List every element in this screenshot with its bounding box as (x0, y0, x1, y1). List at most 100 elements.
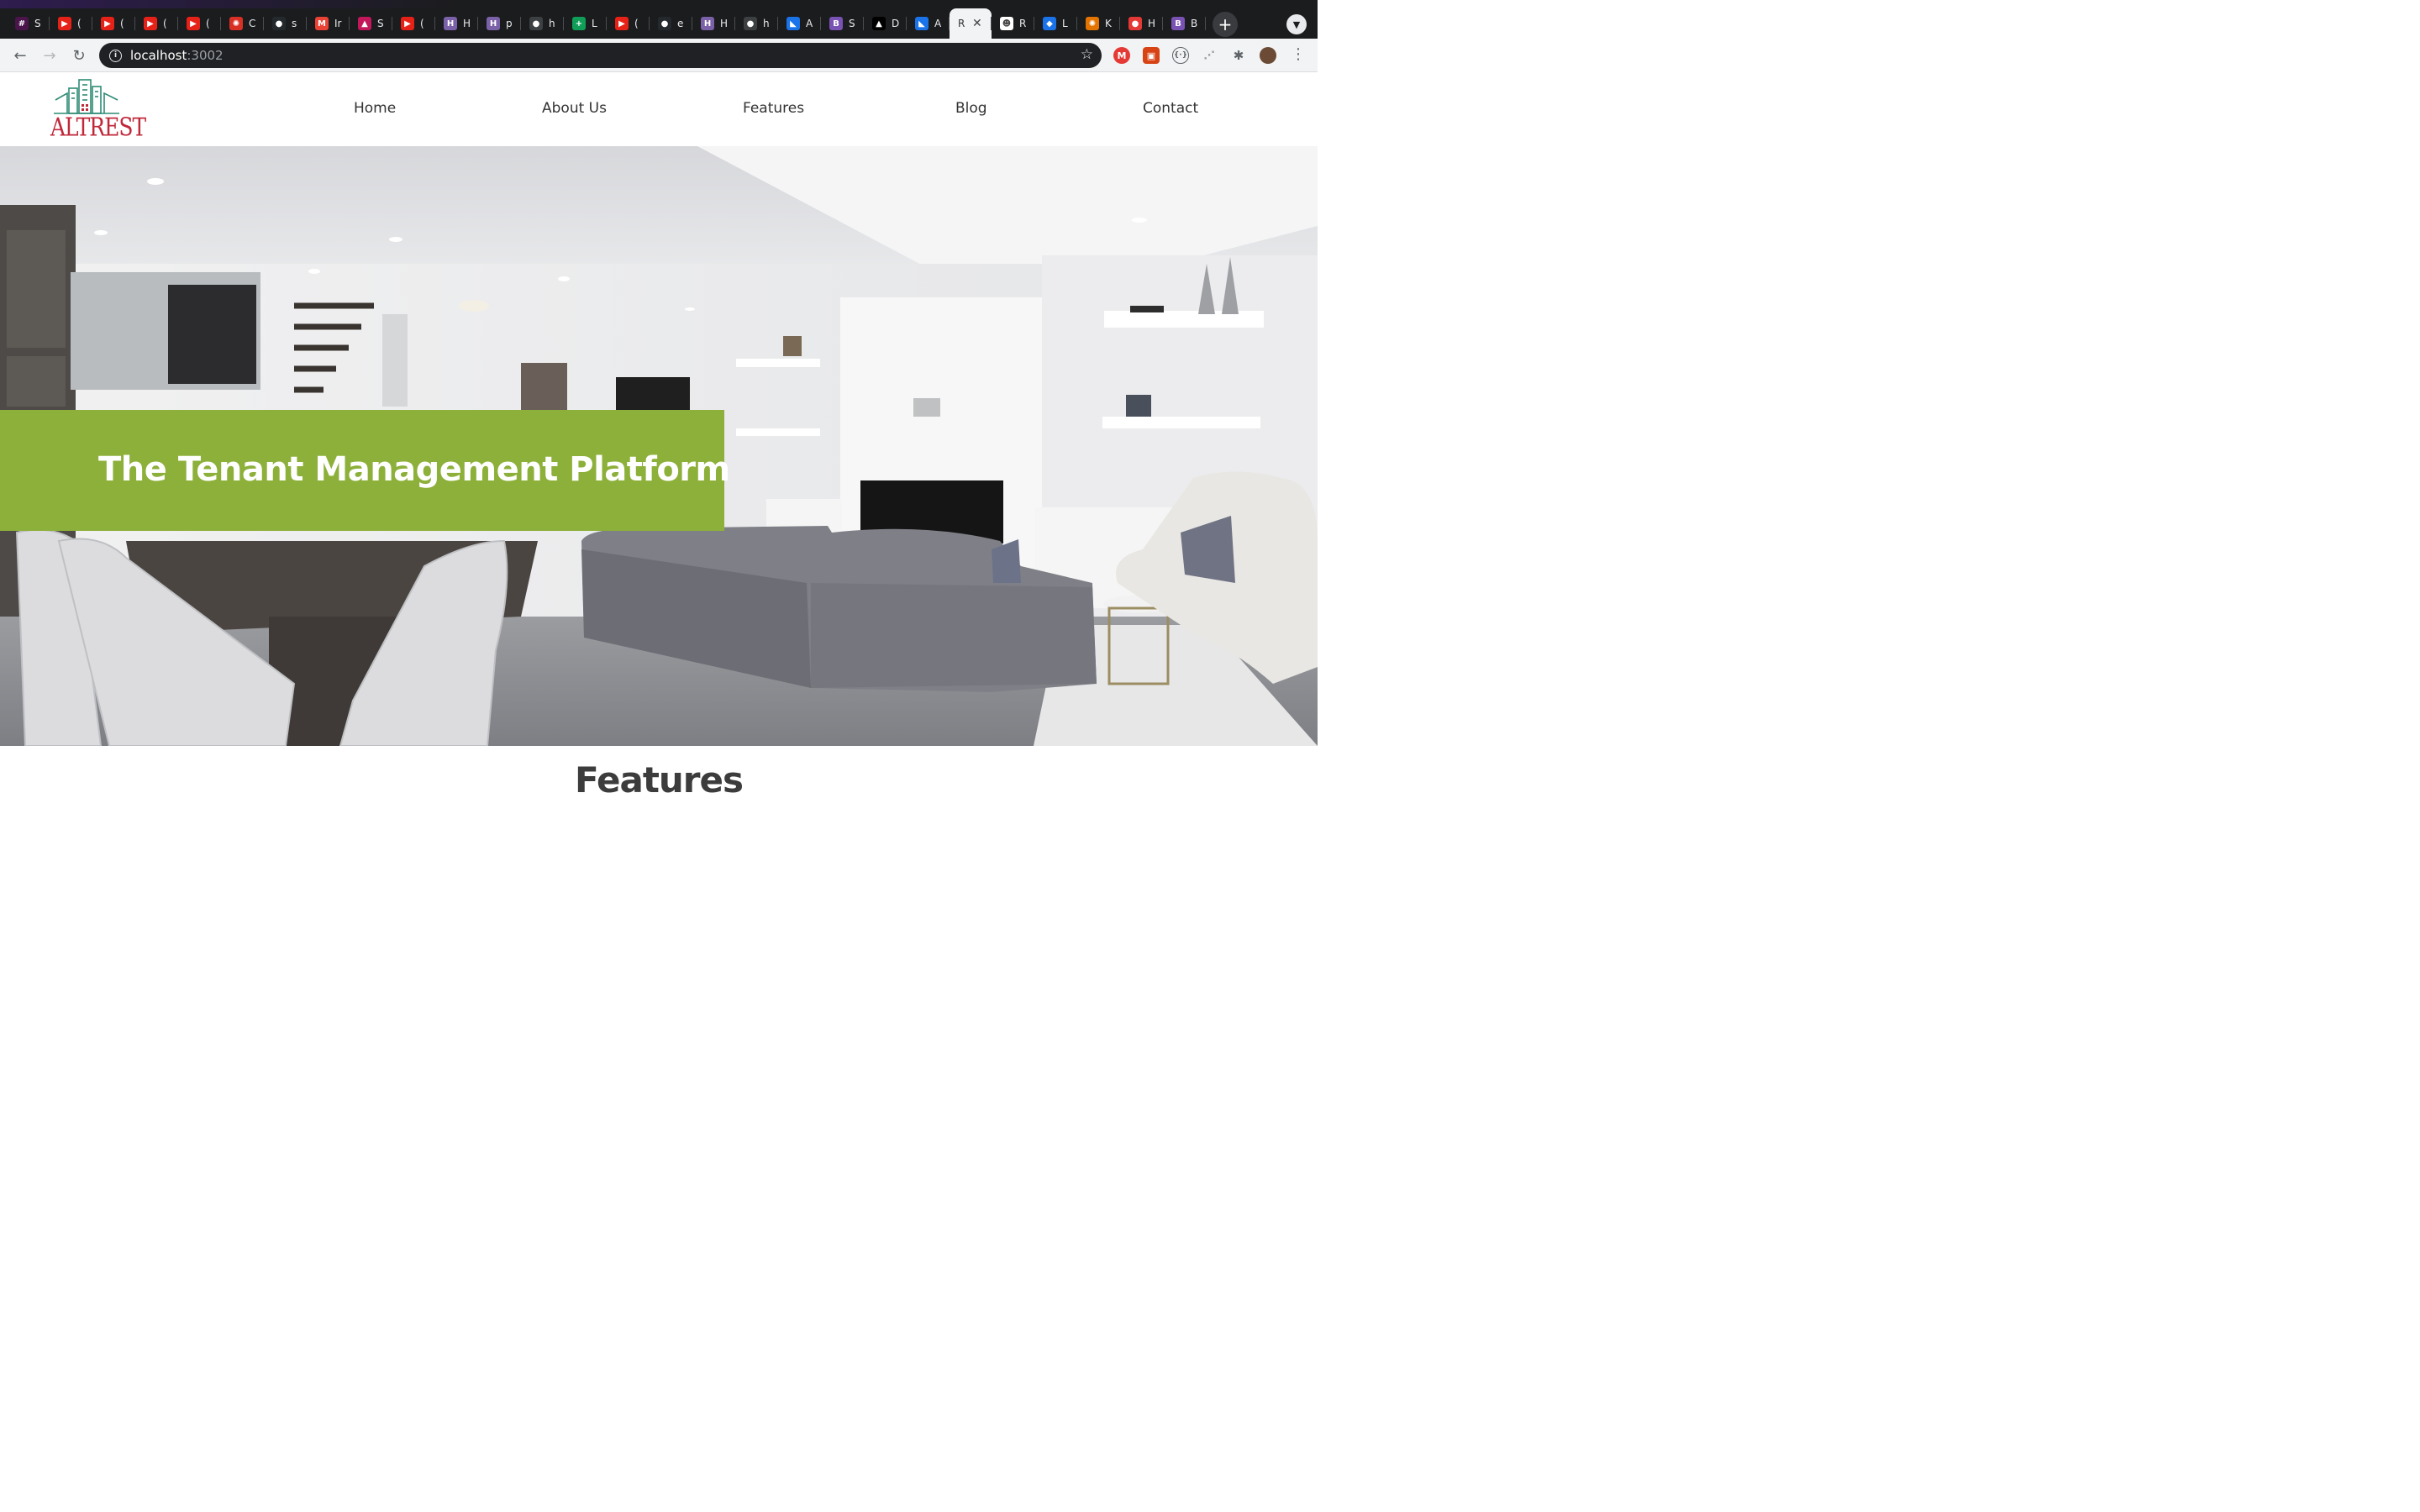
browser-tab[interactable]: # S (7, 8, 50, 39)
browser-tab[interactable]: ▶( (392, 8, 435, 39)
app-icon: ▲ (358, 17, 371, 30)
browser-tab[interactable]: ● h (735, 8, 778, 39)
browser-tab[interactable]: ● s (264, 8, 307, 39)
vercel-icon: ▲ (872, 17, 886, 30)
tab-title: L (1062, 18, 1068, 29)
tab-title: S (34, 18, 41, 29)
reload-icon[interactable]: ↻ (69, 45, 89, 66)
browser-tab[interactable]: BS (821, 8, 864, 39)
tab-title: Ir (334, 18, 342, 29)
browser-tab[interactable]: ▶( (92, 8, 135, 39)
browser-tabs: # S ▶(▶(▶(▶(✺ C ● s M Ir ▲ S ▶(H H Hp ● h + L ▶(● e H H ● h ◣ A B… (7, 8, 1206, 39)
browser-tab[interactable]: ◆ L (1034, 8, 1077, 39)
hero-title: The Tenant Management Platform (98, 450, 730, 489)
tab-title: H (1148, 18, 1156, 29)
sheets-icon: + (572, 17, 586, 30)
youtube-icon: ▶ (144, 17, 157, 30)
browser-tab[interactable]: Hp (478, 8, 521, 39)
browser-tab[interactable]: HH (692, 8, 735, 39)
profile-avatar[interactable] (1260, 47, 1276, 64)
browser-tab[interactable]: ▶( (178, 8, 221, 39)
tab-title: R (1019, 18, 1027, 29)
browser-tab[interactable]: ◣ A (778, 8, 821, 39)
tab-title: ( (120, 18, 124, 29)
app-icon: ◣ (915, 17, 929, 30)
browser-tab[interactable]: ✺ K (1077, 8, 1120, 39)
extension-sparkle-icon[interactable]: ⋰ (1201, 47, 1218, 64)
tab-title: ( (420, 18, 424, 29)
tab-title: A (806, 18, 813, 29)
heroku-icon: H (487, 17, 500, 30)
browser-tab[interactable]: ● H (1120, 8, 1163, 39)
browser-tab[interactable]: ✺ C (221, 8, 264, 39)
browser-tab[interactable]: ● h (521, 8, 564, 39)
tab-title: R (958, 18, 965, 29)
browser-tab[interactable]: ▶( (607, 8, 650, 39)
heroku-icon: H (444, 17, 457, 30)
drop-icon: ◆ (1043, 17, 1056, 30)
tab-title: C (249, 18, 256, 29)
tab-title: L (592, 18, 597, 29)
app-icon: ● (1128, 17, 1142, 30)
url-text[interactable]: localhost:3002 (130, 48, 224, 63)
extension-tile-icon[interactable]: ▣ (1143, 47, 1160, 64)
tab-title: ( (163, 18, 167, 29)
browser-tab[interactable]: BB (1163, 8, 1206, 39)
tab-strip-accent (0, 0, 1318, 8)
browser-tab[interactable]: ◣ A (907, 8, 950, 39)
tab-search-icon[interactable]: ▼ (1286, 14, 1307, 34)
youtube-icon: ▶ (101, 17, 114, 30)
nav-home-link[interactable]: Home (354, 100, 396, 117)
browser-menu-icon[interactable]: ⋮ (1291, 45, 1306, 63)
bootstrap-icon: B (829, 17, 843, 30)
app-icon: ✺ (1086, 17, 1099, 30)
tab-title: D (892, 18, 900, 29)
browser-tab[interactable]: + L (564, 8, 607, 39)
new-tab-button[interactable]: + (1213, 12, 1238, 37)
tab-title: K (1105, 18, 1112, 29)
extension-braces-icon[interactable]: {·} (1172, 47, 1189, 64)
extension-m-icon[interactable]: M (1113, 47, 1130, 64)
browser-tab[interactable]: ▲ D (864, 8, 907, 39)
tab-title: S (849, 18, 855, 29)
github-icon: ● (658, 17, 671, 30)
altrest-logo[interactable]: ALTREST (50, 76, 146, 144)
browser-tab[interactable]: ▲ S (350, 8, 392, 39)
tab-title: s (292, 18, 297, 29)
tab-title: h (763, 18, 770, 29)
browser-tab-active[interactable]: R ✕ (950, 8, 992, 39)
nav-about-link[interactable]: About Us (542, 100, 607, 117)
globe-icon: ● (529, 17, 543, 30)
heroku-icon: H (701, 17, 714, 30)
tab-title: ( (634, 18, 639, 29)
address-bar[interactable]: i localhost:3002 ☆ (99, 43, 1102, 68)
browser-tab[interactable]: HH (435, 8, 478, 39)
globe-icon: ● (744, 17, 757, 30)
tab-title: ( (77, 18, 82, 29)
tab-title: H (720, 18, 729, 29)
tab-title: e (677, 18, 684, 29)
youtube-icon: ▶ (401, 17, 414, 30)
browser-tab[interactable]: M Ir (307, 8, 350, 39)
site-header: ALTREST Home About Us Features Blog Cont… (0, 73, 1318, 146)
close-tab-icon[interactable]: ✕ (972, 17, 982, 30)
tab-title: H (463, 18, 471, 29)
tab-title: A (934, 18, 942, 29)
browser-toolbar: ← → ↻ i localhost:3002 ☆ M ▣ {·} ⋰ ✱ ⋮ (0, 39, 1318, 72)
tab-title: h (549, 18, 555, 29)
extensions-puzzle-icon[interactable]: ✱ (1230, 47, 1247, 64)
forward-icon[interactable]: → (39, 45, 60, 66)
bookmark-star-icon[interactable]: ☆ (1081, 46, 1093, 63)
site-info-icon[interactable]: i (109, 49, 122, 62)
nav-blog-link[interactable]: Blog (955, 100, 987, 117)
browser-tab[interactable]: ● e (650, 8, 692, 39)
nav-features-link[interactable]: Features (743, 100, 804, 117)
browser-tab[interactable]: ▶( (135, 8, 178, 39)
nav-contact-link[interactable]: Contact (1143, 100, 1198, 117)
sunburst-icon: ✺ (229, 17, 243, 30)
browser-tab[interactable]: ▶( (50, 8, 92, 39)
back-icon[interactable]: ← (10, 45, 30, 66)
browser-tab[interactable]: ☻ R (992, 8, 1034, 39)
hero-banner: The Tenant Management Platform (0, 410, 730, 531)
gmail-icon: M (315, 17, 329, 30)
